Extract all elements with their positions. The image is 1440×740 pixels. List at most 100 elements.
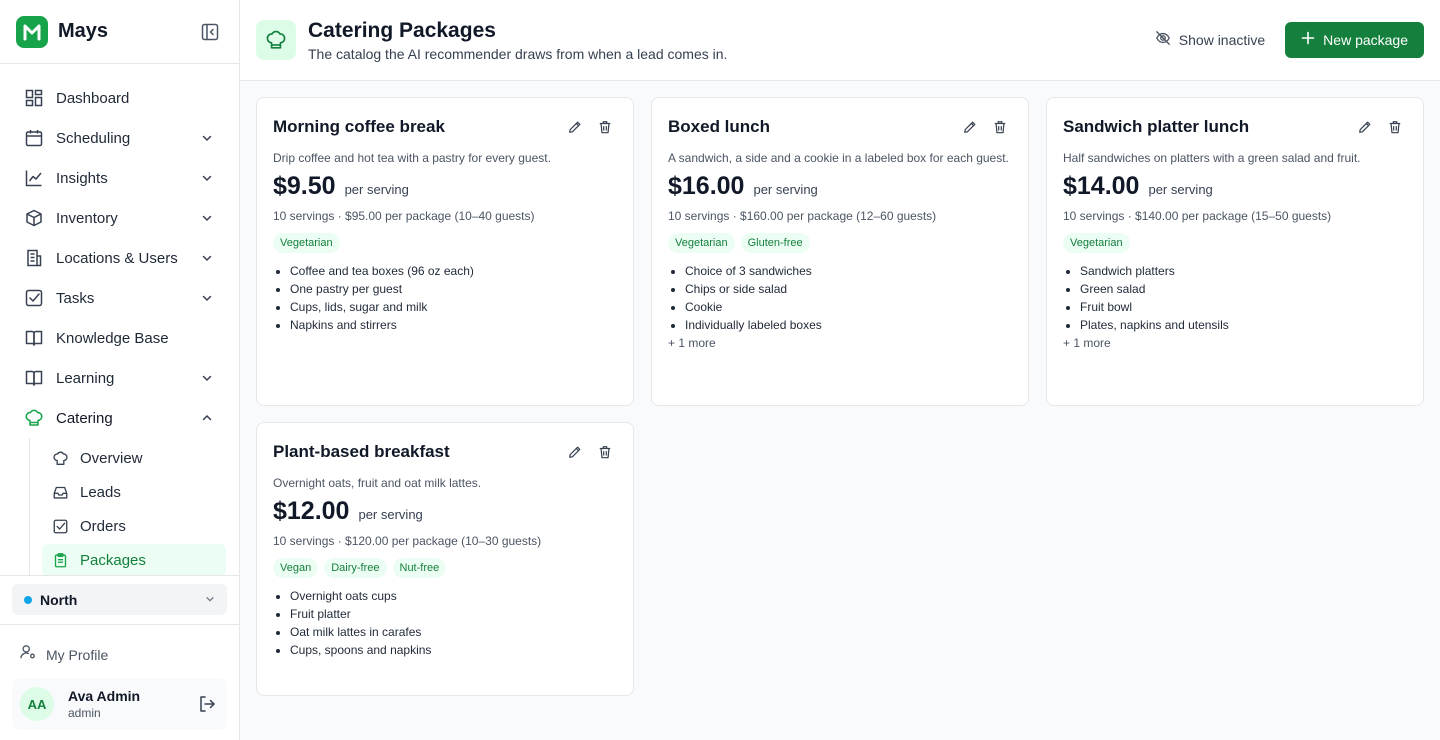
trash-icon[interactable] <box>988 115 1012 139</box>
diet-tag: Nut-free <box>392 558 447 578</box>
list-item: Fruit bowl <box>1080 298 1407 316</box>
nav-item-learning[interactable]: Learning <box>12 358 227 398</box>
nav-label: Tasks <box>56 289 95 307</box>
diet-tag: Gluten-free <box>740 233 810 253</box>
package-name: Plant-based breakfast <box>273 442 450 461</box>
nav-item-insights[interactable]: Insights <box>12 158 227 198</box>
logout-icon[interactable] <box>195 692 219 716</box>
show-inactive-button[interactable]: Show inactive <box>1145 22 1275 58</box>
package-price: $12.00 <box>273 497 350 525</box>
chevron-down-icon <box>199 370 215 386</box>
location-select[interactable]: North <box>12 584 227 615</box>
checkbox-icon <box>52 518 68 534</box>
list-item: Overnight oats cups <box>290 587 617 605</box>
nav-item-locations-users[interactable]: Locations & Users <box>12 238 227 278</box>
list-item: Coffee and tea boxes (96 oz each) <box>290 262 617 280</box>
calendar-icon <box>24 128 44 148</box>
nav-item-catering[interactable]: Catering <box>12 398 227 438</box>
my-profile-link[interactable]: My Profile <box>12 637 227 672</box>
diet-tag: Vegetarian <box>1063 233 1130 253</box>
chef-hat-icon <box>52 450 68 466</box>
edit-icon[interactable] <box>1353 115 1377 139</box>
trash-icon[interactable] <box>1383 115 1407 139</box>
packages-grid: Morning coffee break Drip coffee and hot… <box>256 97 1424 696</box>
diet-tag: Vegan <box>273 558 319 578</box>
subnav-label: Leads <box>80 483 121 501</box>
price-unit: per serving <box>1148 182 1213 197</box>
package-meta: 10 servings · $140.00 per package (15–50… <box>1063 209 1332 223</box>
list-item: Plates, napkins and utensils <box>1080 316 1407 334</box>
package-items: Choice of 3 sandwiches Chips or side sal… <box>668 262 1012 334</box>
trash-icon[interactable] <box>593 440 617 464</box>
clipboard-icon <box>52 552 68 568</box>
my-profile-label: My Profile <box>46 646 109 663</box>
diet-tags: Vegetarian <box>1063 233 1407 253</box>
location-section: North <box>0 575 239 623</box>
edit-icon[interactable] <box>563 115 587 139</box>
subnav-item-packages[interactable]: Packages <box>42 544 226 576</box>
nav-label: Insights <box>56 169 108 187</box>
chevron-down-icon <box>199 170 215 186</box>
package-price: $14.00 <box>1063 172 1140 200</box>
list-item: Choice of 3 sandwiches <box>685 262 1012 280</box>
nav-item-tasks[interactable]: Tasks <box>12 278 227 318</box>
dashboard-icon <box>24 88 44 108</box>
user-info: Ava Admin admin <box>68 688 195 720</box>
list-item: Oat milk lattes in carafes <box>290 623 617 641</box>
diet-tag: Vegetarian <box>668 233 735 253</box>
subnav-item-leads[interactable]: Leads <box>42 476 226 508</box>
edit-icon[interactable] <box>563 440 587 464</box>
page-titles: Catering Packages The catalog the AI rec… <box>308 19 1145 62</box>
building-icon <box>24 248 44 268</box>
diet-tag: Dairy-free <box>324 558 387 578</box>
nav-item-inventory[interactable]: Inventory <box>12 198 227 238</box>
package-items: Coffee and tea boxes (96 oz each) One pa… <box>273 262 617 334</box>
chef-hat-icon <box>256 20 296 60</box>
diet-tags: Vegetarian <box>273 233 617 253</box>
checkbox-icon <box>24 288 44 308</box>
package-price: $16.00 <box>668 172 745 200</box>
more-items-link[interactable]: + 1 more <box>1063 334 1407 352</box>
nav-item-scheduling[interactable]: Scheduling <box>12 118 227 158</box>
list-item: Cups, lids, sugar and milk <box>290 298 617 316</box>
chevron-down-icon <box>199 210 215 226</box>
package-name: Boxed lunch <box>668 117 771 136</box>
price-unit: per serving <box>344 182 409 197</box>
list-item: Cups, spoons and napkins <box>290 641 617 659</box>
book-icon <box>24 328 44 348</box>
package-items: Overnight oats cups Fruit platter Oat mi… <box>273 587 617 659</box>
chart-icon <box>24 168 44 188</box>
page-title: Catering Packages <box>308 18 496 42</box>
chevron-down-icon <box>205 591 215 609</box>
list-item: Cookie <box>685 298 1012 316</box>
inbox-icon <box>52 484 68 500</box>
subnav-item-orders[interactable]: Orders <box>42 510 226 542</box>
page-header: Catering Packages The catalog the AI rec… <box>240 0 1440 81</box>
plus-icon <box>1301 31 1315 50</box>
list-item: Napkins and stirrers <box>290 316 617 334</box>
package-meta: 10 servings · $95.00 per package (10–40 … <box>273 209 535 223</box>
more-items-link[interactable]: + 1 more <box>668 334 1012 352</box>
new-package-button[interactable]: New package <box>1285 22 1424 58</box>
sidebar-collapse-icon[interactable] <box>197 19 223 45</box>
box-icon <box>24 208 44 228</box>
nav-label: Dashboard <box>56 89 130 107</box>
price-unit: per serving <box>358 507 423 522</box>
profile-section: My Profile AA Ava Admin admin <box>0 624 239 740</box>
list-item: Chips or side salad <box>685 280 1012 298</box>
nav-item-dashboard[interactable]: Dashboard <box>12 78 227 118</box>
nav-label: Inventory <box>56 209 118 227</box>
chevron-down-icon <box>199 250 215 266</box>
edit-icon[interactable] <box>958 115 982 139</box>
chef-hat-icon <box>24 408 44 428</box>
list-item: One pastry per guest <box>290 280 617 298</box>
package-card: Plant-based breakfast Overnight oats, fr… <box>256 422 634 696</box>
catering-subnav: Overview Leads Orders Packages <box>29 438 239 576</box>
location-label: North <box>40 591 78 608</box>
user-settings-icon <box>20 644 36 665</box>
nav-item-knowledge-base[interactable]: Knowledge Base <box>12 318 227 358</box>
subnav-item-overview[interactable]: Overview <box>42 442 226 474</box>
trash-icon[interactable] <box>593 115 617 139</box>
user-name: Ava Admin <box>68 688 141 704</box>
diet-tags: Vegan Dairy-free Nut-free <box>273 558 617 578</box>
